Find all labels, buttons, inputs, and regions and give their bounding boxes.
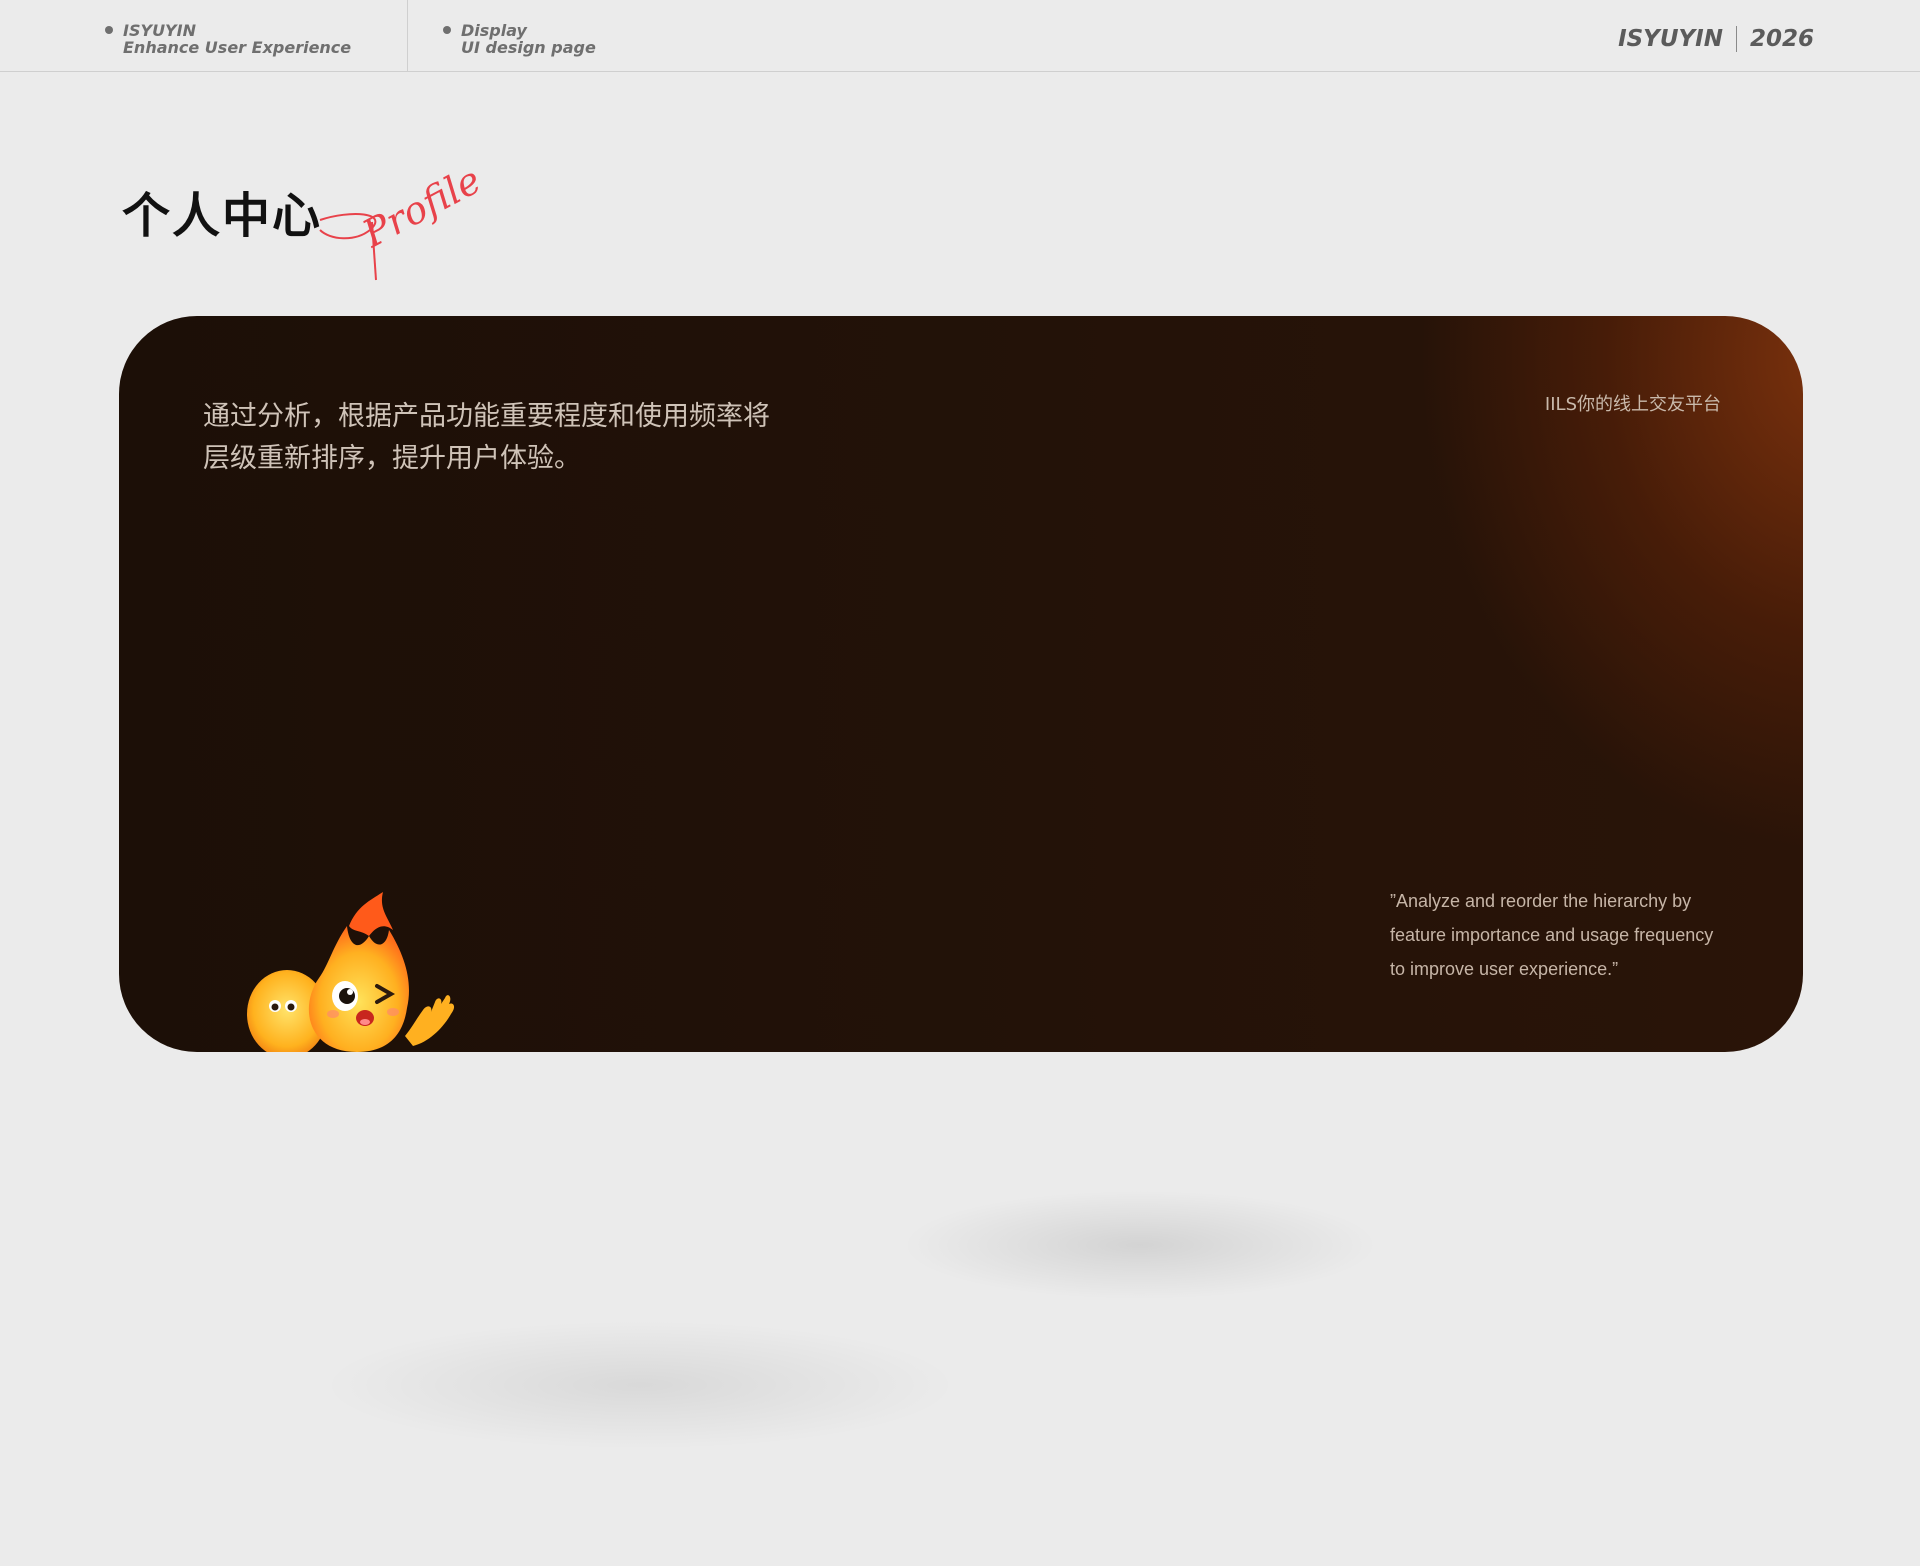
description-line: 层级重新排序，提升用户体验。 [203, 443, 581, 474]
page-title: 个人中心 [122, 188, 323, 244]
profile-script-word: Profile [319, 170, 480, 281]
header-middle-line1: Display [461, 21, 527, 40]
soft-shadow [320, 1320, 960, 1450]
fire-mascot-icon [247, 892, 455, 1052]
bullet-dot-icon [443, 26, 451, 34]
bullet-dot-icon [105, 26, 113, 34]
quote-line: ”Analyze and reorder the hierarchy by [1390, 891, 1692, 911]
description-line: 通过分析，根据产品功能重要程度和使用频率将 [203, 401, 770, 432]
header-meta-middle: Display UI design page [443, 21, 596, 57]
brand-name: ISYUYIN [1618, 26, 1723, 52]
platform-label: IILS你的线上交友平台 [1544, 394, 1721, 415]
brand-separator [1735, 26, 1737, 52]
quote-line: to improve user experience.” [1390, 959, 1619, 979]
script-text: Profile [355, 170, 480, 256]
quote-line: feature importance and usage frequency [1390, 925, 1714, 945]
header-divider [407, 0, 408, 71]
brand-mark: ISYUYIN 2026 [1618, 26, 1814, 52]
top-bar: ISYUYIN Enhance User Experience Display … [0, 0, 1920, 72]
profile-card: 通过分析，根据产品功能重要程度和使用频率将 层级重新排序，提升用户体验。 IIL… [119, 316, 1803, 1052]
header-middle-line2: UI design page [461, 38, 596, 57]
card-quote: ”Analyze and reorder the hierarchy by fe… [1390, 884, 1770, 986]
soft-shadow [900, 1190, 1380, 1300]
brand-year: 2026 [1749, 26, 1814, 52]
header-left-line2: Enhance User Experience [123, 38, 352, 57]
header-left-line1: ISYUYIN [123, 21, 196, 40]
header-meta-left: ISYUYIN Enhance User Experience [105, 21, 352, 57]
card-description: 通过分析，根据产品功能重要程度和使用频率将 层级重新排序，提升用户体验。 [203, 396, 823, 480]
